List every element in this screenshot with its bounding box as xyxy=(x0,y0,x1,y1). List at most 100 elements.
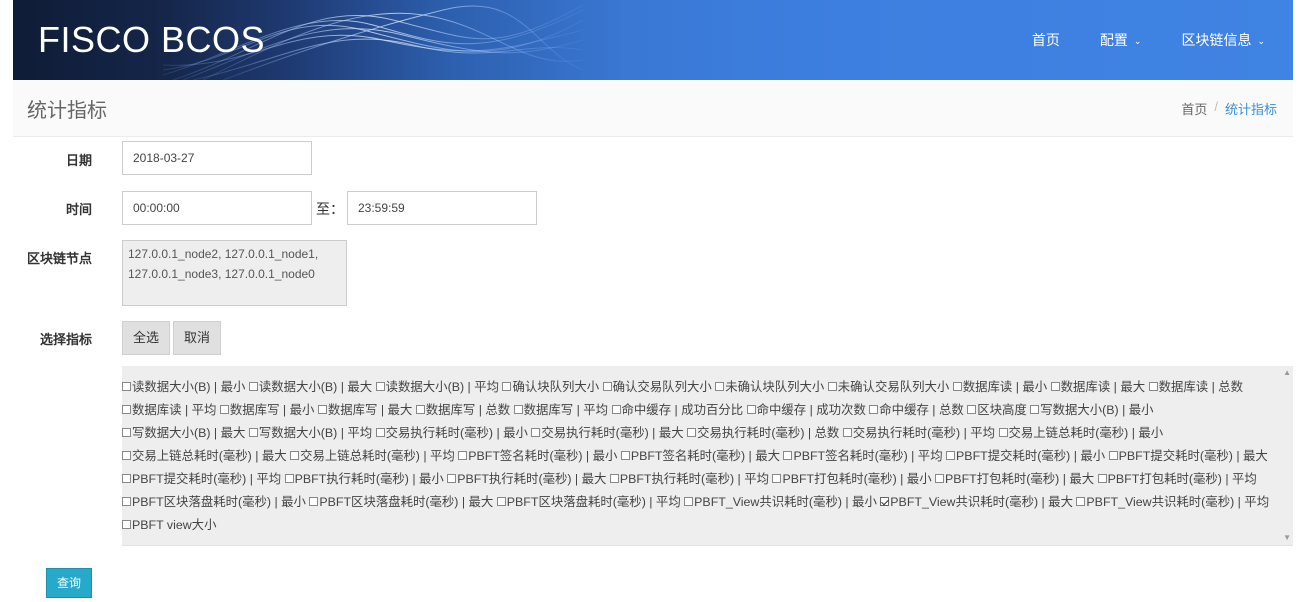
metric-checkbox[interactable] xyxy=(827,382,837,391)
metrics-checkbox-list[interactable]: 读数据大小(B) | 最小 读数据大小(B) | 最大 读数据大小(B) | 平… xyxy=(122,366,1293,546)
metric-checkbox[interactable] xyxy=(684,497,694,506)
start-time-input[interactable]: 00:00:00 xyxy=(122,191,312,225)
nav-item-config[interactable]: 配置 ⌄ xyxy=(1100,30,1142,50)
metric-option[interactable]: 数据库读 | 平均 xyxy=(122,403,216,417)
metric-checkbox[interactable] xyxy=(1030,405,1040,414)
breadcrumb-home-link[interactable]: 首页 xyxy=(1181,99,1207,118)
metric-checkbox[interactable] xyxy=(375,382,385,391)
metric-option[interactable]: PBFT执行耗时(毫秒) | 最大 xyxy=(447,472,606,486)
metric-option[interactable]: PBFT签名耗时(毫秒) | 最小 xyxy=(458,449,617,463)
metric-checkbox[interactable] xyxy=(248,428,258,437)
metric-option[interactable]: 读数据大小(B) | 最大 xyxy=(248,380,372,394)
metric-checkbox[interactable] xyxy=(122,428,131,437)
metric-checkbox[interactable] xyxy=(531,428,541,437)
metric-option[interactable]: PBFT提交耗时(毫秒) | 最大 xyxy=(1108,449,1268,463)
metric-checkbox[interactable] xyxy=(122,405,131,414)
metric-checkbox[interactable] xyxy=(513,405,523,414)
metric-checkbox[interactable] xyxy=(290,451,300,460)
metric-checkbox[interactable] xyxy=(842,428,852,437)
metric-checkbox[interactable] xyxy=(935,474,945,483)
metric-option[interactable]: PBFT打包耗时(毫秒) | 最大 xyxy=(935,472,1094,486)
metric-checkbox[interactable] xyxy=(687,428,697,437)
metric-checkbox[interactable] xyxy=(447,474,457,483)
brand-logo-text[interactable]: FISCO BCOS xyxy=(38,19,265,61)
metric-option[interactable]: PBFT打包耗时(毫秒) | 最小 xyxy=(772,472,932,486)
metric-option[interactable]: 写数据大小(B) | 平均 xyxy=(248,426,372,440)
metric-checkbox[interactable] xyxy=(772,474,782,483)
metric-checkbox[interactable] xyxy=(952,382,962,391)
metric-checkbox[interactable] xyxy=(122,474,131,483)
metric-option[interactable]: 数据库读 | 最大 xyxy=(1050,380,1145,394)
metric-option[interactable]: PBFT执行耗时(毫秒) | 最小 xyxy=(284,472,444,486)
metric-checkbox[interactable] xyxy=(375,428,385,437)
metric-option[interactable]: 交易执行耗时(毫秒) | 最大 xyxy=(531,426,684,440)
metric-option[interactable]: 数据库写 | 最小 xyxy=(219,403,314,417)
metric-checkbox[interactable] xyxy=(967,405,977,414)
metric-checkbox[interactable] xyxy=(415,405,425,414)
metric-option[interactable]: 数据库读 | 最小 xyxy=(952,380,1047,394)
metric-option[interactable]: 数据库写 | 最大 xyxy=(317,403,412,417)
metric-checkbox[interactable] xyxy=(715,382,725,391)
metric-option[interactable]: PBFT提交耗时(毫秒) | 最小 xyxy=(946,449,1105,463)
metric-checkbox[interactable] xyxy=(602,382,612,391)
metric-checkbox[interactable] xyxy=(496,497,506,506)
metric-checkbox[interactable] xyxy=(869,405,879,414)
metric-option[interactable]: 命中缓存 | 成功百分比 xyxy=(611,403,743,417)
metric-checkbox[interactable] xyxy=(1050,382,1060,391)
metric-option[interactable]: 交易上链总耗时(毫秒) | 最大 xyxy=(122,449,287,463)
metric-option[interactable]: PBFT执行耗时(毫秒) | 平均 xyxy=(609,472,769,486)
metric-checkbox[interactable] xyxy=(1076,497,1086,506)
metric-checkbox[interactable] xyxy=(609,474,619,483)
metric-checkbox[interactable] xyxy=(998,428,1008,437)
select-all-button[interactable]: 全选 xyxy=(122,321,170,355)
metric-option[interactable]: 命中缓存 | 成功次数 xyxy=(746,403,866,417)
metric-checkbox[interactable] xyxy=(620,451,630,460)
metric-checkbox[interactable] xyxy=(458,451,468,460)
scroll-down-arrow-icon[interactable]: ▼ xyxy=(1283,533,1291,542)
metric-checkbox[interactable] xyxy=(284,474,294,483)
metric-checkbox[interactable] xyxy=(219,405,229,414)
metric-checkbox[interactable] xyxy=(502,382,512,391)
nav-item-home[interactable]: 首页 xyxy=(1032,30,1060,50)
metric-checkbox[interactable] xyxy=(122,520,131,529)
metric-option[interactable]: 交易执行耗时(毫秒) | 最小 xyxy=(375,426,528,440)
metric-checkbox[interactable] xyxy=(1148,382,1158,391)
metric-option[interactable]: 确认交易队列大小 xyxy=(602,380,712,394)
metric-option[interactable]: 数据库写 | 总数 xyxy=(415,403,510,417)
metric-option[interactable]: PBFT区块落盘耗时(毫秒) | 最大 xyxy=(309,495,493,509)
metric-option[interactable]: 区块高度 xyxy=(967,403,1027,417)
metric-option[interactable]: PBFT签名耗时(毫秒) | 最大 xyxy=(620,449,780,463)
metric-option[interactable]: 未确认块队列大小 xyxy=(715,380,824,394)
metric-option[interactable]: PBFT_View共识耗时(毫秒) | 最小 xyxy=(684,495,877,509)
metric-option[interactable]: PBFT区块落盘耗时(毫秒) | 最小 xyxy=(122,495,306,509)
metric-option[interactable]: 交易执行耗时(毫秒) | 总数 xyxy=(687,426,839,440)
metric-option[interactable]: 写数据大小(B) | 最小 xyxy=(1030,403,1154,417)
metric-checkbox[interactable] xyxy=(122,382,131,391)
query-button[interactable]: 查询 xyxy=(46,568,92,598)
metric-checkbox[interactable] xyxy=(880,497,890,506)
metric-option[interactable]: PBFT区块落盘耗时(毫秒) | 平均 xyxy=(496,495,681,509)
cancel-button[interactable]: 取消 xyxy=(173,321,221,355)
metric-checkbox[interactable] xyxy=(611,405,621,414)
metric-checkbox[interactable] xyxy=(946,451,956,460)
metric-option[interactable]: 命中缓存 | 总数 xyxy=(869,403,964,417)
metric-option[interactable]: 未确认交易队列大小 xyxy=(827,380,949,394)
metric-option[interactable]: PBFT view大小 xyxy=(122,518,216,532)
metric-option[interactable]: 交易执行耗时(毫秒) | 平均 xyxy=(842,426,995,440)
metric-checkbox[interactable] xyxy=(1108,451,1118,460)
metric-option[interactable]: PBFT提交耗时(毫秒) | 平均 xyxy=(122,472,281,486)
metric-option[interactable]: PBFT签名耗时(毫秒) | 平均 xyxy=(783,449,943,463)
metric-checkbox[interactable] xyxy=(248,382,258,391)
metric-checkbox[interactable] xyxy=(783,451,793,460)
metric-option[interactable]: 交易上链总耗时(毫秒) | 平均 xyxy=(290,449,455,463)
metric-checkbox[interactable] xyxy=(746,405,756,414)
metric-checkbox[interactable] xyxy=(309,497,319,506)
metric-checkbox[interactable] xyxy=(122,451,131,460)
end-time-input[interactable]: 23:59:59 xyxy=(347,191,537,225)
metric-option[interactable]: PBFT打包耗时(毫秒) | 平均 xyxy=(1097,472,1257,486)
metric-option[interactable]: 数据库读 | 总数 xyxy=(1148,380,1243,394)
metric-option[interactable]: PBFT_View共识耗时(毫秒) | 平均 xyxy=(1076,495,1269,509)
metric-option[interactable]: 确认块队列大小 xyxy=(502,380,599,394)
metric-option[interactable]: 读数据大小(B) | 平均 xyxy=(375,380,499,394)
nav-item-blockchain-info[interactable]: 区块链信息 ⌄ xyxy=(1181,30,1265,50)
